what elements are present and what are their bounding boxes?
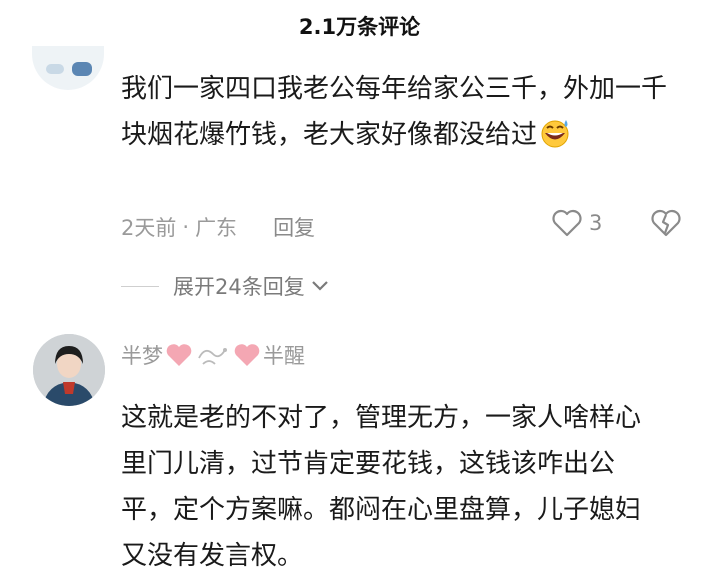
comment-meta: 2天前 · 广东 回复 <box>121 210 315 244</box>
reply-button[interactable]: 回复 <box>273 212 315 242</box>
avatar[interactable] <box>33 334 105 406</box>
like-button[interactable]: 3 <box>551 208 602 238</box>
comment-location: 广东 <box>195 216 238 240</box>
broken-heart-icon <box>651 209 681 237</box>
expand-replies-button[interactable]: 展开24条回复 <box>121 268 329 304</box>
meta-separator: · <box>182 215 190 239</box>
heart-icon <box>166 344 192 366</box>
avatar[interactable] <box>32 46 104 90</box>
comment-body: 我们一家四口我老公每年给家公三千，外加一千块烟花爆竹钱，老大家好像都没给过 <box>121 74 668 150</box>
divider <box>121 285 159 287</box>
comments-count-title: 2.1万条评论 <box>298 15 421 39</box>
grinning-sweat-emoji-icon <box>539 117 571 148</box>
username-part-1: 半梦 <box>121 344 163 368</box>
heart-outline-icon <box>552 209 582 237</box>
chevron-down-icon <box>311 281 328 291</box>
swirl-icon <box>198 348 227 365</box>
comment-text: 这就是老的不对了，管理无方，一家人啥样心里门儿清，过节肯定要花钱，这钱该咋出公平… <box>121 403 642 571</box>
username-part-2: 半醒 <box>263 344 305 368</box>
heart-icon <box>234 344 260 366</box>
comment-time: 2天前 <box>121 216 177 240</box>
expand-replies-label: 展开24条回复 <box>173 275 305 299</box>
comment-username[interactable]: 半梦 半醒 <box>121 338 305 372</box>
avatar-portrait-icon <box>33 334 105 406</box>
comment-text: 我们一家四口我老公每年给家公三千，外加一千块烟花爆竹钱，老大家好像都没给过 <box>121 66 681 158</box>
dislike-button[interactable] <box>650 208 682 242</box>
like-count: 3 <box>589 211 603 235</box>
